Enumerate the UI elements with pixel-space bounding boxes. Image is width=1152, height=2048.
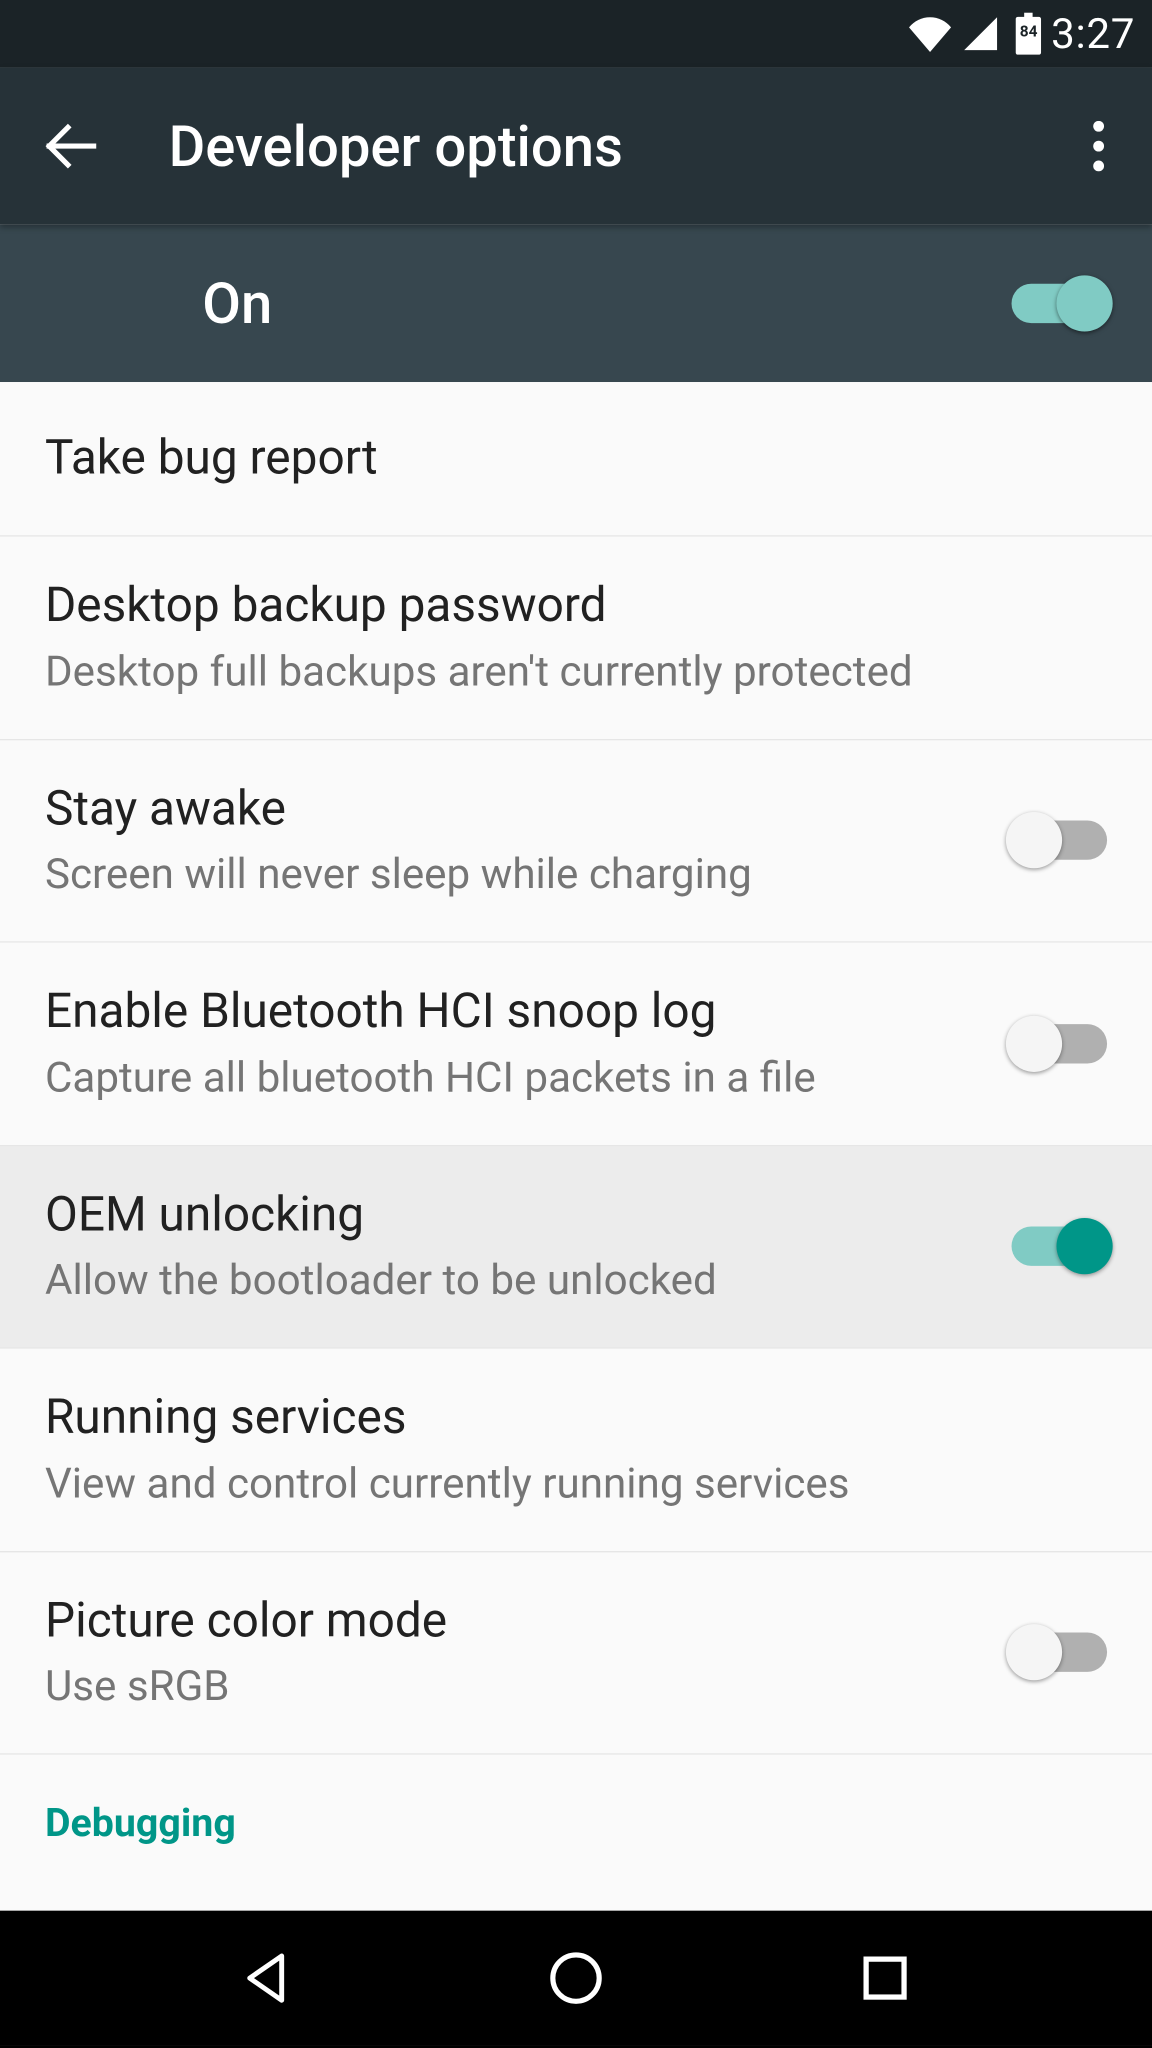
row-title: Picture color mode [45, 1591, 989, 1651]
row-title: Stay awake [45, 779, 989, 839]
page-title: Developer options [169, 113, 1057, 179]
status-time: 3:27 [1051, 9, 1135, 58]
row-picture-color-mode[interactable]: Picture color mode Use sRGB [0, 1552, 1152, 1755]
wifi-icon [908, 15, 953, 52]
row-bluetooth-hci-snoop-switch[interactable] [1012, 1015, 1108, 1071]
master-toggle-row[interactable]: On [0, 225, 1152, 382]
status-bar: 84 3:27 [0, 0, 1152, 67]
row-subtitle: Capture all bluetooth HCI packets in a f… [45, 1050, 989, 1105]
row-text: Take bug report [45, 429, 1107, 489]
row-bluetooth-hci-snoop[interactable]: Enable Bluetooth HCI snoop log Capture al… [0, 943, 1152, 1146]
row-text: OEM unlocking Allow the bootloader to be … [45, 1185, 1012, 1308]
row-desktop-backup-password[interactable]: Desktop backup password Desktop full back… [0, 537, 1152, 740]
navigation-bar [0, 1911, 1152, 2046]
row-picture-color-mode-switch[interactable] [1012, 1624, 1108, 1680]
nav-back-button[interactable] [211, 1922, 323, 2034]
row-text: Desktop backup password Desktop full back… [45, 576, 1107, 699]
row-title: Enable Bluetooth HCI snoop log [45, 982, 989, 1042]
battery-icon: 84 [1015, 13, 1043, 55]
nav-home-button[interactable] [520, 1922, 632, 2034]
row-oem-unlocking[interactable]: OEM unlocking Allow the bootloader to be … [0, 1146, 1152, 1349]
row-text: Running services View and control current… [45, 1388, 1107, 1511]
back-button[interactable] [28, 104, 112, 188]
row-title: Desktop backup password [45, 576, 1085, 636]
row-text: Picture color mode Use sRGB [45, 1591, 1012, 1714]
row-stay-awake-switch[interactable] [1012, 812, 1108, 868]
content: On Take bug report Desktop backup passwor… [0, 225, 1152, 1911]
overflow-menu-button[interactable] [1056, 104, 1140, 188]
row-subtitle: View and control currently running servi… [45, 1456, 1085, 1511]
row-text: Stay awake Screen will never sleep while … [45, 779, 1012, 902]
row-running-services[interactable]: Running services View and control current… [0, 1349, 1152, 1552]
master-toggle-switch[interactable] [1012, 275, 1108, 331]
row-oem-unlocking-switch[interactable] [1012, 1218, 1108, 1274]
settings-list: Take bug reportDesktop backup passwordDe… [0, 382, 1152, 1755]
row-stay-awake[interactable]: Stay awake Screen will never sleep while … [0, 740, 1152, 943]
cellular-signal-icon [961, 15, 1000, 52]
row-title: OEM unlocking [45, 1185, 989, 1245]
row-subtitle: Use sRGB [45, 1659, 989, 1714]
screen: 84 3:27 Developer options On Take bug re… [0, 0, 1152, 2046]
row-title: Take bug report [45, 429, 1085, 489]
app-bar: Developer options [0, 67, 1152, 224]
section-header-debugging: Debugging [0, 1755, 1152, 1846]
row-title: Running services [45, 1388, 1085, 1448]
row-subtitle: Screen will never sleep while charging [45, 847, 989, 902]
master-toggle-label: On [202, 270, 1011, 336]
row-subtitle: Allow the bootloader to be unlocked [45, 1253, 989, 1308]
nav-recents-button[interactable] [829, 1922, 941, 2034]
row-take-bug-report[interactable]: Take bug report [0, 382, 1152, 537]
row-subtitle: Desktop full backups aren't currently pr… [45, 644, 1085, 699]
row-text: Enable Bluetooth HCI snoop log Capture al… [45, 982, 1012, 1105]
battery-level-text: 84 [1015, 22, 1043, 40]
